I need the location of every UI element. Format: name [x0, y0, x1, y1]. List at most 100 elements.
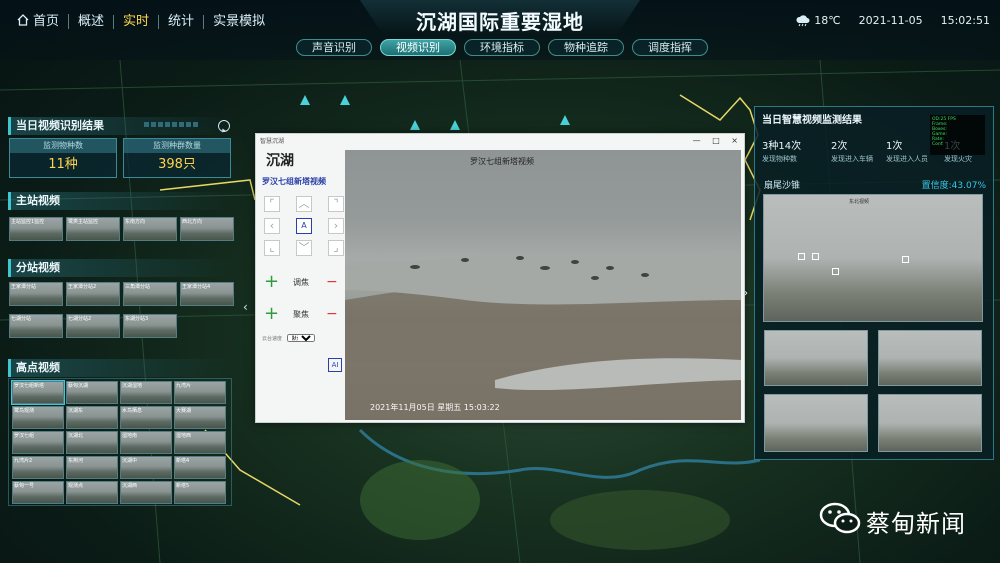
speed-row: 云台速度 默认: [262, 334, 315, 342]
detection-snapshot[interactable]: [878, 330, 982, 386]
zoom-out-button[interactable]: −: [326, 274, 338, 290]
video-thumbnail[interactable]: 七湖分站: [9, 314, 63, 338]
zoom-in-button[interactable]: +: [264, 273, 279, 291]
video-thumbnail[interactable]: 九湾片2: [12, 456, 64, 479]
stat-vehicles: 2次 发现进入车辆: [831, 137, 873, 164]
video-thumbnail[interactable]: 东荆河: [66, 456, 118, 479]
video-thumbnail[interactable]: 水鸟栖息: [120, 406, 172, 429]
nav-item-overview[interactable]: 概述: [69, 14, 115, 29]
maximize-button[interactable]: □: [712, 136, 720, 145]
tab-video-recognition[interactable]: 视频识别: [380, 39, 456, 56]
thumbnail-caption: 王家潭分站: [11, 284, 37, 290]
pan-right-button[interactable]: ›: [328, 218, 344, 234]
detection-snapshot[interactable]: [764, 394, 868, 452]
clock: 15:02:51: [940, 14, 990, 27]
video-thumbnail[interactable]: 湿地西: [174, 431, 226, 454]
video-thumbnail[interactable]: 沉湖北: [66, 431, 118, 454]
focus-in-button[interactable]: +: [264, 305, 279, 323]
thumbnail-caption: 王家潭分站4: [182, 284, 211, 290]
video-thumbnail[interactable]: 蔡甸沉湖: [66, 381, 118, 404]
video-timestamp: 2021年11月05日 星期五 15:03:22: [370, 403, 500, 412]
minimize-button[interactable]: —: [693, 136, 701, 145]
confidence-value: 置信度:43.07%: [921, 181, 986, 191]
tab-sound-recognition[interactable]: 声音识别: [296, 39, 372, 56]
focus-out-button[interactable]: −: [326, 306, 338, 322]
video-thumbnail[interactable]: 鹭鸟观测: [12, 406, 64, 429]
thumbnail-caption: 七湖分站: [11, 316, 32, 322]
pan-down-button[interactable]: ﹀: [296, 240, 312, 256]
thumbnail-caption: 鹭类主站监控: [68, 219, 99, 225]
thumbnail-caption: 水鸟栖息: [122, 408, 143, 414]
video-thumbnail[interactable]: 罗汉七组: [12, 431, 64, 454]
tab-dispatch[interactable]: 调度指挥: [632, 39, 708, 56]
video-thumbnail[interactable]: 沉湖湿地: [120, 381, 172, 404]
video-thumbnail[interactable]: 七湖分站2: [66, 314, 120, 338]
video-thumbnail[interactable]: 新塔5: [174, 481, 226, 504]
video-thumbnail[interactable]: 王家潭分站4: [180, 282, 234, 306]
pan-up-right-button[interactable]: ⌝: [328, 196, 344, 212]
thumbnail-caption: 沉湖西: [122, 483, 138, 489]
video-thumbnail[interactable]: 沉湖中: [120, 456, 172, 479]
video-thumbnail[interactable]: 西北方向: [180, 217, 234, 241]
stat-label: 发现火灾: [944, 155, 972, 163]
video-thumbnail[interactable]: 沉湖东: [66, 406, 118, 429]
detection-snapshot[interactable]: [878, 394, 982, 452]
video-thumbnail[interactable]: 三角潭分站: [123, 282, 177, 306]
page-title: 沉湖国际重要湿地: [416, 10, 584, 34]
pan-down-right-button[interactable]: ⌟: [328, 240, 344, 256]
pan-down-left-button[interactable]: ⌞: [264, 240, 280, 256]
tab-environment[interactable]: 环境指标: [464, 39, 540, 56]
right-panel-title: 当日智慧视频监测结果: [762, 115, 862, 126]
thumbnail-caption: 东湖分站3: [125, 316, 149, 322]
nav-item-home[interactable]: 首页: [8, 14, 70, 29]
thumbnail-caption: 主站监控1监控: [11, 219, 45, 225]
video-thumbnail[interactable]: 主站监控1监控: [9, 217, 63, 241]
detection-snapshot-main[interactable]: 东北视频: [763, 194, 983, 322]
video-thumbnail[interactable]: 罗汉七组新塔: [11, 380, 65, 405]
video-thumbnail[interactable]: 九湾片: [174, 381, 226, 404]
video-thumbnail[interactable]: 观测点: [66, 481, 118, 504]
focus-row: + 聚焦 −: [264, 305, 344, 324]
nav-item-realtime[interactable]: 实时: [114, 14, 160, 29]
stat-label: 发现进入人员: [886, 155, 928, 163]
video-thumbnail[interactable]: 湿地南: [120, 431, 172, 454]
video-thumbnail[interactable]: 大赛湖: [174, 406, 226, 429]
chevron-left-icon[interactable]: ‹: [243, 300, 248, 314]
ai-icon[interactable]: AI: [328, 358, 342, 372]
video-thumbnail[interactable]: 沉湖西: [120, 481, 172, 504]
auto-button[interactable]: A: [296, 218, 312, 234]
video-thumbnail[interactable]: 王家潭分站: [9, 282, 63, 306]
cloud-rain-icon: [796, 14, 810, 26]
pan-up-button[interactable]: ︿: [296, 196, 312, 212]
pan-left-button[interactable]: ‹: [264, 218, 280, 234]
stat-value: 398只: [158, 157, 196, 172]
video-thumbnail[interactable]: 鹭类主站监控: [66, 217, 120, 241]
detection-snapshot[interactable]: [764, 330, 868, 386]
video-thumbnail[interactable]: 东湖分站3: [123, 314, 177, 338]
chevron-right-icon[interactable]: ›: [744, 288, 748, 299]
video-feed[interactable]: 罗汉七组新塔视频 2021年11月05日 星期五 15:03:22: [345, 150, 741, 420]
nav-item-label: 首页: [33, 14, 60, 29]
speed-select[interactable]: 默认: [286, 334, 315, 342]
stat-value: 3种14次: [762, 141, 802, 152]
video-thumbnail[interactable]: 新塔4: [174, 456, 226, 479]
watermark-text: 蔡甸新闻: [866, 510, 966, 538]
wechat-icon: [819, 502, 861, 534]
thumbnail-caption: 七湖分站2: [68, 316, 92, 322]
play-icon[interactable]: [218, 120, 230, 133]
thumbnail-caption: 沉湖湿地: [122, 383, 143, 389]
nav-item-statistics[interactable]: 统计: [159, 14, 205, 29]
thumbnail-caption: 罗汉七组新塔: [14, 383, 45, 389]
window-controls: — □ ×: [684, 136, 738, 145]
close-button[interactable]: ×: [731, 136, 738, 145]
thumbnail-caption: 西北方向: [182, 219, 203, 225]
video-thumbnail[interactable]: 王家潭分站2: [66, 282, 120, 306]
snapshot-caption: 东北视频: [849, 199, 870, 205]
pan-up-left-button[interactable]: ⌜: [264, 196, 280, 212]
tab-species-tracking[interactable]: 物种追踪: [548, 39, 624, 56]
stat-people: 1次 发现进入人员: [886, 137, 928, 164]
temperature: 18℃: [814, 14, 841, 27]
nav-item-simulation[interactable]: 实景模拟: [204, 14, 274, 29]
video-thumbnail[interactable]: 蔡甸一号: [12, 481, 64, 504]
video-thumbnail[interactable]: 东南方向: [123, 217, 177, 241]
